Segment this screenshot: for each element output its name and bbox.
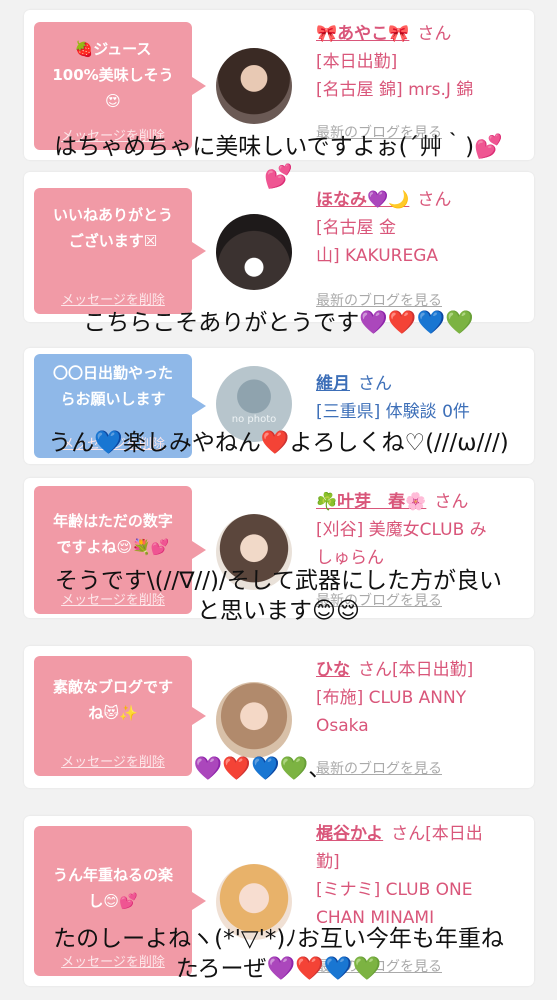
- reply-caption: うん💙楽しみやねん❤️よろしくね♡(///ω///): [48, 430, 509, 456]
- message-text: 年齢はただの数字 ですよね😌💐💕: [53, 512, 173, 556]
- message-bubble: いいねありがとう ございます☒ メッセージを削除: [34, 188, 206, 314]
- message-card: いいねありがとう ございます☒ メッセージを削除 ほなみ💜🌙 さん [名古屋 金 …: [24, 172, 534, 322]
- sender-name-link[interactable]: ほなみ💜🌙: [316, 190, 409, 210]
- reply-caption: はちゃめちゃに美味しいですよぉ(´艸｀)💕 💕: [54, 134, 503, 190]
- sender-shop: [刈谷] 美魔女CLUB み: [316, 520, 487, 540]
- sender-name-link[interactable]: 梶谷かよ: [316, 824, 383, 844]
- honorific: さん: [434, 492, 469, 512]
- sender-info: ほなみ💜🌙 さん [名古屋 金 山] KAKUREGA: [316, 186, 526, 270]
- honorific: さん: [358, 374, 392, 394]
- message-text: うん年重ねるの楽 し😊💕: [52, 866, 173, 910]
- latest-blog-link[interactable]: 最新のブログを見る: [316, 290, 442, 310]
- avatar[interactable]: [216, 48, 292, 124]
- sender-status: [本日出勤]: [316, 52, 398, 72]
- sender-shop: [布施] CLUB ANNY: [316, 688, 467, 708]
- delete-message-link[interactable]: メッセージを削除: [34, 289, 192, 308]
- no-photo-caption: no photo: [231, 414, 277, 425]
- sender-info: ☘️叶芽 春🌸 さん [刈谷] 美魔女CLUB み しゅらん: [316, 488, 526, 572]
- avatar[interactable]: [216, 214, 292, 290]
- sender-info: 梶谷かよ さん[本日出 勤] [ミナミ] CLUB ONE CHAN MINAMI: [316, 820, 526, 932]
- honorific: さん[本日出勤]: [358, 660, 474, 680]
- sender-status: 勤]: [316, 852, 340, 872]
- sender-info: 維月 さん [三重県] 体験談 0件: [316, 370, 526, 426]
- sender-name-link[interactable]: 🎀あやこ🎀: [316, 24, 409, 44]
- reply-caption: そうです\(//∇//)/そして武器にした方が良い と思います😊😌: [54, 568, 503, 624]
- sender-name-link[interactable]: 維月: [316, 374, 350, 394]
- reply-caption: こちらこそありがとうです💜❤️💙💚: [83, 310, 474, 336]
- reply-caption: たのしーよねヽ(*'▽'*)ﾉお互い今年も年重ね たろーぜ💜❤️💙💚: [53, 926, 504, 982]
- honorific: さん: [417, 24, 452, 44]
- sender-shop: [名古屋 錦] mrs.J 錦: [316, 80, 474, 100]
- message-bubble: 🍓ジュース 100%美味しそう 😍 メッセージを削除: [34, 22, 206, 150]
- message-text: 素敵なブログです ね😻✨: [52, 678, 173, 722]
- sender-shop: [三重県] 体験談 0件: [316, 402, 470, 422]
- sender-info: 🎀あやこ🎀 さん [本日出勤] [名古屋 錦] mrs.J 錦: [316, 20, 526, 104]
- sender-shop-cont: Osaka: [316, 716, 369, 736]
- honorific: さん[本日出: [391, 824, 483, 844]
- sender-name-link[interactable]: ☘️叶芽 春🌸: [316, 492, 426, 512]
- avatar[interactable]: [216, 682, 292, 758]
- message-text: いいねありがとう ございます☒: [52, 206, 173, 250]
- sender-info: ひな さん[本日出勤] [布施] CLUB ANNY Osaka: [316, 656, 526, 740]
- sender-name-link[interactable]: ひな: [316, 660, 350, 680]
- reply-caption: 💜❤️💙💚、: [193, 756, 332, 782]
- sender-shop: [ミナミ] CLUB ONE: [316, 880, 473, 900]
- message-text: 〇〇日出勤やった らお願いします: [52, 364, 173, 408]
- message-text: 🍓ジュース 100%美味しそう 😍: [52, 40, 174, 110]
- honorific: さん: [417, 190, 452, 210]
- sender-shop: [名古屋 金: [316, 218, 397, 238]
- sender-shop-cont: 山] KAKUREGA: [316, 246, 439, 266]
